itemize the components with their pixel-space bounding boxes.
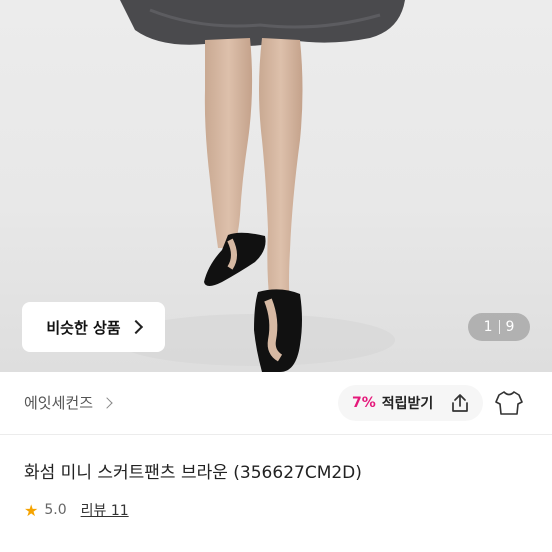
product-image[interactable]: 비슷한 상품 1 9 [0,0,552,372]
earn-points-button[interactable]: 7% 적립받기 [338,385,483,421]
brand-link[interactable]: 에잇세컨즈 [24,392,113,413]
section-divider [0,434,552,435]
image-pager: 1 9 [468,313,530,341]
review-link[interactable]: 리뷰 11 [81,500,129,520]
share-icon[interactable] [449,392,471,414]
brand-row: 에잇세컨즈 7% 적립받기 [0,372,552,434]
points-percent: 7% [352,395,376,411]
pager-divider [498,320,500,334]
chevron-right-icon [128,319,143,335]
product-title: 화섬 미니 스커트팬츠 브라운 (356627CM2D) [24,463,362,483]
pager-total: 9 [505,319,515,335]
chevron-right-icon [101,396,113,409]
star-icon: ★ [24,500,39,520]
pager-current: 1 [483,319,493,335]
similar-products-button[interactable]: 비슷한 상품 [22,302,165,352]
rating-summary: ★ 5.0 리뷰 11 [24,500,129,520]
similar-products-label: 비슷한 상품 [46,318,121,337]
brand-name: 에잇세컨즈 [24,394,94,412]
rating-score: 5.0 [44,502,67,518]
shirt-icon[interactable] [494,388,524,418]
points-label: 적립받기 [381,396,434,412]
